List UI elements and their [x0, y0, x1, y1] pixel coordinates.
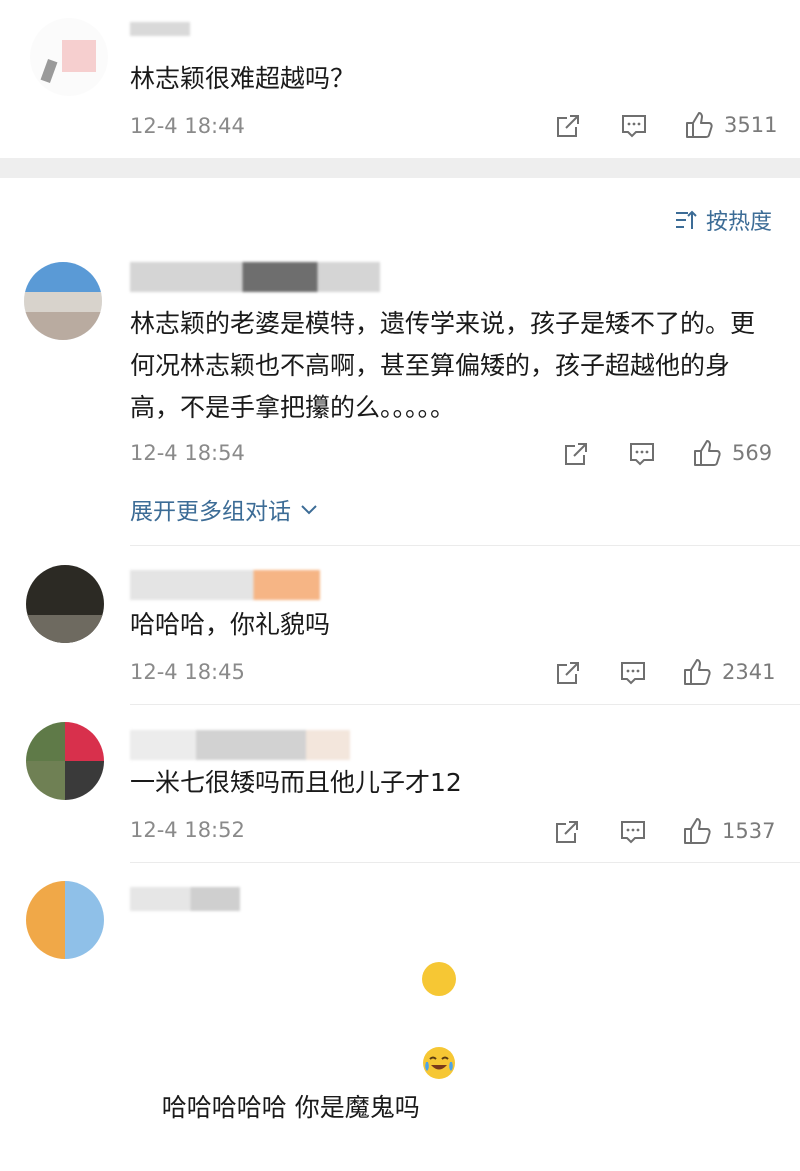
comment-icon [619, 659, 647, 687]
like-button[interactable]: 2341 [682, 657, 775, 687]
username-blurred[interactable] [130, 22, 190, 36]
like-button[interactable]: 1537 [682, 816, 775, 846]
chevron-down-icon [299, 502, 319, 516]
like-count: 1537 [722, 819, 776, 843]
sort-label: 按热度 [705, 210, 772, 235]
section-separator [0, 158, 800, 178]
like-count: 3511 [724, 113, 778, 137]
avatar[interactable] [26, 881, 104, 959]
comment-button[interactable] [619, 818, 647, 846]
username-blurred[interactable] [130, 730, 350, 760]
avatar[interactable] [24, 262, 102, 340]
thumbs-up-icon [682, 816, 712, 846]
comment-icon [619, 818, 647, 846]
comment-text: 林志颖的老婆是模特，遗传学来说，孩子是矮不了的。更何况林志颖也不高啊，甚至算偏矮… [130, 309, 756, 422]
thumbs-up-icon [682, 657, 712, 687]
comment-text-content: 哈哈哈哈哈 你是魔鬼吗 [161, 1093, 420, 1122]
like-button[interactable]: 3511 [684, 110, 777, 140]
comment-text: 一米七很矮吗而且他儿子才12 [130, 768, 462, 797]
thumbs-up-icon [692, 438, 722, 468]
avatar[interactable] [26, 722, 104, 800]
comment-icon [620, 112, 648, 140]
comment-text: 哈哈哈哈哈 你是魔鬼吗 [130, 920, 770, 1171]
expand-label: 展开更多组对话 [130, 499, 291, 525]
forward-button[interactable] [562, 440, 590, 468]
share-icon [554, 659, 582, 687]
divider [130, 704, 800, 705]
share-icon [553, 818, 581, 846]
share-icon [562, 440, 590, 468]
divider [130, 545, 800, 546]
thumbs-up-icon [684, 110, 714, 140]
comment-time: 12-4 18:52 [130, 818, 245, 842]
username-blurred[interactable] [130, 887, 240, 911]
forward-button[interactable] [554, 659, 582, 687]
forward-button[interactable] [553, 818, 581, 846]
avatar[interactable] [30, 18, 108, 96]
username-blurred[interactable] [130, 262, 380, 292]
sort-icon [674, 209, 698, 231]
comment-button[interactable] [620, 112, 648, 140]
comment-icon [628, 440, 656, 468]
avatar[interactable] [26, 565, 104, 643]
comment-text: 哈哈哈，你礼貌吗 [130, 610, 331, 639]
divider [130, 862, 800, 863]
comment-text: 林志颖很难超越吗？ [130, 64, 356, 93]
share-icon [554, 112, 582, 140]
comment-button[interactable] [619, 659, 647, 687]
comment-time: 12-4 18:54 [130, 441, 245, 465]
username-blurred[interactable] [130, 570, 320, 600]
comment-button[interactable] [628, 440, 656, 468]
forward-button[interactable] [554, 112, 582, 140]
like-count: 569 [732, 441, 773, 465]
crying-laughing-emoji-icon [421, 962, 456, 1079]
comment-time: 12-4 18:45 [130, 660, 245, 684]
expand-replies-link[interactable]: 展开更多组对话 [130, 492, 319, 526]
like-button[interactable]: 569 [692, 438, 772, 468]
like-count: 2341 [722, 660, 776, 684]
sort-by-hot-button[interactable]: 按热度 [674, 204, 772, 236]
comment-time: 12-4 18:44 [130, 114, 245, 138]
